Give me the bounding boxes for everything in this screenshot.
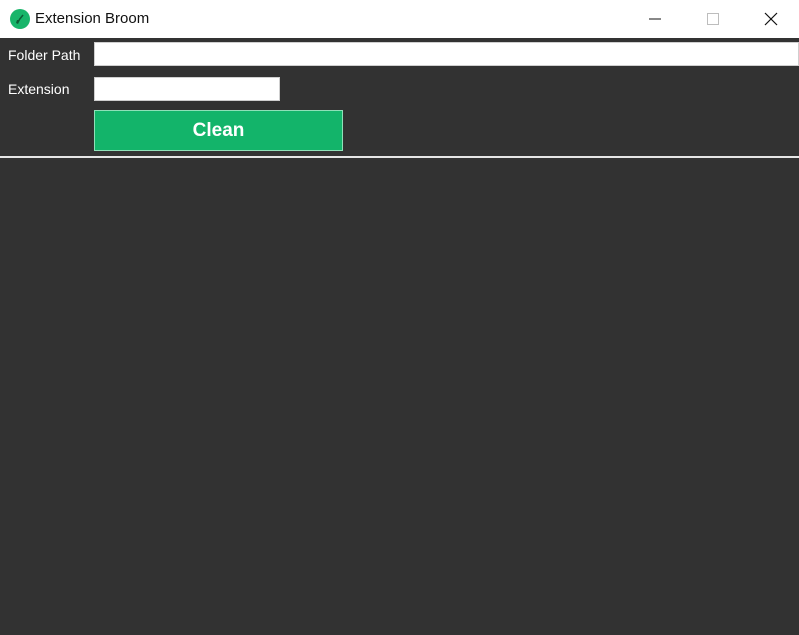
title-bar: Extension Broom — [0, 0, 799, 39]
folder-path-input[interactable] — [94, 42, 799, 66]
close-icon — [764, 12, 778, 26]
minimize-icon — [649, 18, 661, 20]
broom-icon — [16, 14, 24, 24]
output-area — [0, 158, 799, 635]
maximize-button[interactable] — [684, 0, 742, 38]
folder-path-label: Folder Path — [8, 47, 81, 63]
maximize-icon — [707, 13, 719, 25]
close-button[interactable] — [742, 0, 799, 38]
extension-label: Extension — [8, 81, 70, 97]
extension-input[interactable] — [94, 77, 280, 101]
header-strip — [0, 38, 799, 41]
clean-button[interactable]: Clean — [94, 110, 343, 151]
window-title: Extension Broom — [35, 10, 150, 27]
minimize-button[interactable] — [626, 0, 684, 38]
app-icon — [10, 9, 30, 29]
